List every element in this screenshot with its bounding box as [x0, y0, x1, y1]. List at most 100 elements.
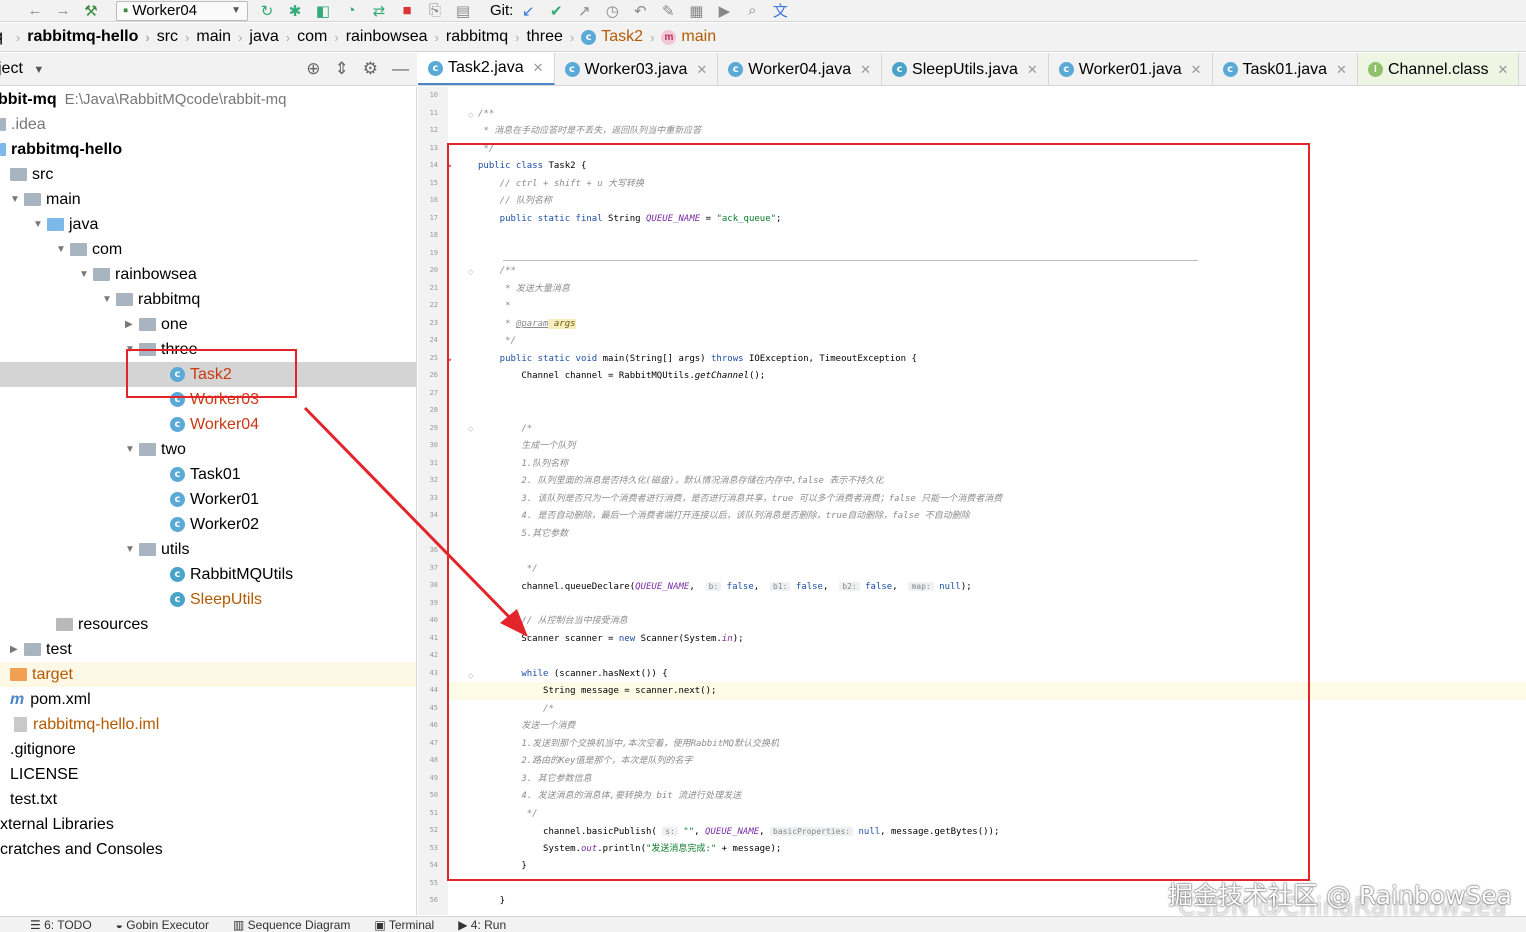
- tree-item-worker04[interactable]: c Worker04: [0, 412, 416, 437]
- profile-icon[interactable]: ◔: [340, 2, 362, 19]
- tree-item-idea[interactable]: .idea: [0, 112, 416, 137]
- tree-item-rabbitmqutils[interactable]: c RabbitMQUtils: [0, 562, 416, 587]
- tree-item-java[interactable]: ▼ java: [0, 212, 416, 237]
- tab-worker04[interactable]: c Worker04.java ✕: [718, 53, 883, 85]
- collapse-arrow-icon[interactable]: ▶: [10, 637, 24, 662]
- settings-wrench-icon[interactable]: ✎: [657, 2, 679, 20]
- close-icon[interactable]: ✕: [1027, 62, 1038, 78]
- tree-item-scratches[interactable]: cratches and Consoles: [0, 837, 416, 862]
- coverage-icon[interactable]: ◧: [312, 2, 334, 20]
- project-structure-icon[interactable]: ▦: [685, 2, 707, 20]
- forward-arrow-icon[interactable]: →: [52, 2, 74, 19]
- tree-item-sleeputils[interactable]: c SleepUtils: [0, 587, 416, 612]
- git-push-icon[interactable]: ↗: [573, 2, 595, 20]
- git-update-icon[interactable]: ↙: [517, 2, 539, 20]
- tree-item-utils[interactable]: ▼ utils: [0, 537, 416, 562]
- tree-item-license[interactable]: LICENSE: [0, 762, 416, 787]
- project-view-select[interactable]: ject ▼: [0, 60, 44, 78]
- attach-icon[interactable]: ⇄: [368, 2, 390, 20]
- history-icon[interactable]: ▤: [452, 2, 474, 20]
- vcs-update-icon[interactable]: ⎘: [424, 2, 446, 19]
- tab-channel-class[interactable]: I Channel.class ✕: [1357, 53, 1520, 85]
- breadcrumb-item-rainbowsea[interactable]: rainbowsea ›: [346, 28, 446, 46]
- breadcrumb-item-src[interactable]: src ›: [157, 28, 197, 46]
- expand-arrow-icon[interactable]: ▼: [33, 212, 47, 237]
- tree-item-rabbitmq-hello[interactable]: rabbitmq-hello: [0, 137, 416, 162]
- tree-item-resources[interactable]: resources: [0, 612, 416, 637]
- breadcrumb-item-rabbitmq[interactable]: rabbitmq ›: [446, 28, 527, 46]
- close-icon[interactable]: ✕: [696, 62, 707, 78]
- tree-item-external-libraries[interactable]: xternal Libraries: [0, 812, 416, 837]
- git-commit-icon[interactable]: ✔: [545, 2, 567, 20]
- expand-arrow-icon[interactable]: ▼: [10, 187, 24, 212]
- tree-item-worker02[interactable]: c Worker02: [0, 512, 416, 537]
- git-history-icon[interactable]: ◷: [601, 2, 623, 20]
- tree-root[interactable]: bbit-mq E:\Java\RabbitMQcode\rabbit-mq: [0, 87, 416, 112]
- expand-arrow-icon[interactable]: ▼: [125, 437, 139, 462]
- tab-task01[interactable]: c Task01.java ✕: [1213, 53, 1358, 85]
- tree-item-task01[interactable]: c Task01: [0, 462, 416, 487]
- minimize-icon[interactable]: —: [392, 59, 409, 79]
- breadcrumb-item-method[interactable]: m main: [661, 28, 716, 46]
- debug-bug-icon[interactable]: ✱: [284, 2, 306, 20]
- close-icon[interactable]: ✕: [1191, 62, 1202, 78]
- close-icon[interactable]: ✕: [860, 62, 871, 78]
- translate-icon[interactable]: 文: [769, 0, 791, 21]
- tree-item-rainbowsea[interactable]: ▼ rainbowsea: [0, 262, 416, 287]
- collapse-arrow-icon[interactable]: ▶: [125, 312, 139, 337]
- expand-arrow-icon[interactable]: ▼: [125, 537, 139, 562]
- tab-task2[interactable]: c Task2.java ✕: [418, 53, 555, 85]
- expand-arrow-icon[interactable]: ▼: [102, 287, 116, 312]
- tree-item-test-txt[interactable]: test.txt: [0, 787, 416, 812]
- run-anything-icon[interactable]: ▶: [713, 2, 735, 20]
- run-configuration-select[interactable]: ▪ Worker04 ▼: [116, 0, 248, 21]
- search-icon[interactable]: ⌕: [741, 2, 763, 19]
- rerun-icon[interactable]: ↻: [256, 2, 278, 20]
- tree-item-one[interactable]: ▶ one: [0, 312, 416, 337]
- tree-item-src[interactable]: src: [0, 162, 416, 187]
- tab-worker03[interactable]: c Worker03.java ✕: [555, 53, 719, 85]
- tab-sleeputils[interactable]: c SleepUtils.java ✕: [882, 53, 1049, 85]
- breadcrumb-label: rainbowsea: [345, 28, 428, 45]
- tool-window-gobin[interactable]: ◒ Gobin Executor: [116, 918, 209, 932]
- breadcrumb-item-project[interactable]: q›: [0, 28, 27, 46]
- tool-window-run[interactable]: ▶ 4: Run: [458, 918, 506, 932]
- breadcrumb-item-three[interactable]: three ›: [526, 28, 581, 46]
- tree-item-rabbitmq[interactable]: ▼ rabbitmq: [0, 287, 416, 312]
- breadcrumb-item-module[interactable]: rabbitmq-hello ›: [27, 28, 156, 46]
- chevron-down-icon: ▼: [231, 5, 241, 16]
- gear-icon[interactable]: ⚙: [363, 59, 378, 79]
- build-hammer-icon[interactable]: ⚒: [80, 2, 102, 20]
- tree-item-pom[interactable]: m pom.xml: [0, 687, 416, 712]
- fold-marker-icon[interactable]: ◇: [468, 111, 473, 119]
- tab-worker01[interactable]: c Worker01.java ✕: [1049, 53, 1213, 85]
- tool-window-terminal[interactable]: ▣ Terminal: [374, 918, 434, 932]
- stop-icon[interactable]: ■: [396, 2, 418, 19]
- breadcrumb-item-java[interactable]: java ›: [249, 28, 297, 46]
- expand-arrow-icon[interactable]: ▼: [56, 237, 70, 262]
- locate-file-icon[interactable]: ⊕: [306, 59, 320, 79]
- line-number: 16: [429, 196, 438, 204]
- breadcrumb-item-com[interactable]: com ›: [297, 28, 346, 46]
- line-number: 49: [429, 774, 438, 782]
- tool-window-sequence[interactable]: ▥ Sequence Diagram: [233, 918, 350, 932]
- collapse-all-icon[interactable]: ⇕: [335, 59, 349, 79]
- tree-item-target[interactable]: target: [0, 662, 416, 687]
- back-arrow-icon[interactable]: ←: [24, 2, 46, 19]
- tool-window-todo[interactable]: ☰ 6: TODO: [30, 918, 92, 932]
- tree-item-two[interactable]: ▼ two: [0, 437, 416, 462]
- close-icon[interactable]: ✕: [1497, 62, 1508, 78]
- line-number: 30: [429, 441, 438, 449]
- tree-item-test[interactable]: ▶ test: [0, 637, 416, 662]
- close-icon[interactable]: ✕: [533, 60, 544, 76]
- tree-item-iml[interactable]: rabbitmq-hello.iml: [0, 712, 416, 737]
- tree-item-gitignore[interactable]: .gitignore: [0, 737, 416, 762]
- tree-item-com[interactable]: ▼ com: [0, 237, 416, 262]
- close-icon[interactable]: ✕: [1336, 62, 1347, 78]
- breadcrumb-item-main[interactable]: main ›: [196, 28, 249, 46]
- breadcrumb-item-task2[interactable]: c Task2 ›: [581, 28, 661, 46]
- expand-arrow-icon[interactable]: ▼: [79, 262, 93, 287]
- git-rollback-icon[interactable]: ↶: [629, 2, 651, 20]
- tree-item-worker01[interactable]: c Worker01: [0, 487, 416, 512]
- tree-item-main[interactable]: ▼ main: [0, 187, 416, 212]
